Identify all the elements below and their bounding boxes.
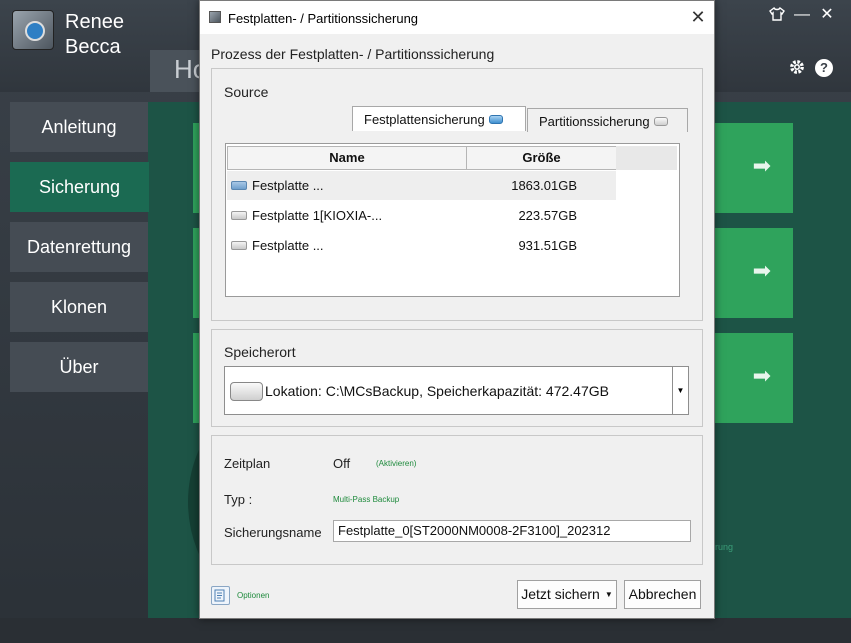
brand-line-2: Becca bbox=[65, 36, 121, 58]
disk-table: Name Größe Festplatte ... 1863.01GB Fest… bbox=[225, 143, 680, 297]
destination-label: Speicherort bbox=[224, 344, 296, 360]
tab-partition-backup[interactable]: Partitionssicherung bbox=[527, 108, 688, 132]
dropdown-arrow-icon[interactable]: ▼ bbox=[672, 367, 688, 414]
nav-datenrettung[interactable]: Datenrettung bbox=[10, 222, 148, 272]
minimize-icon[interactable]: — bbox=[792, 6, 812, 24]
tab-disk-backup[interactable]: Festplattensicherung bbox=[352, 106, 526, 131]
table-row[interactable]: Festplatte ... 931.51GB bbox=[227, 231, 616, 260]
column-header-size[interactable]: Größe bbox=[466, 146, 617, 170]
header-filler bbox=[616, 146, 677, 170]
source-group: Source Festplattensicherung Partitionssi… bbox=[211, 68, 703, 321]
table-row[interactable]: Festplatte 1[KIOXIA-... 223.57GB bbox=[227, 201, 616, 230]
disk-blue-icon bbox=[488, 115, 503, 124]
disk-size: 223.57GB bbox=[518, 208, 577, 223]
hard-drive-icon bbox=[230, 382, 263, 401]
arrow-right-icon: ➡ bbox=[752, 258, 771, 283]
disk-size: 931.51GB bbox=[518, 238, 577, 253]
disk-gray-icon bbox=[653, 117, 668, 126]
backup-type-link[interactable]: Multi-Pass Backup bbox=[333, 495, 399, 504]
disk-blue-icon bbox=[231, 181, 247, 190]
tab-label: Festplattensicherung bbox=[364, 112, 485, 127]
destination-group: Speicherort Lokation: C:\MCsBackup, Spei… bbox=[211, 329, 703, 427]
dialog-titlebar: Festplatten- / Partitionssicherung ✕ bbox=[200, 1, 714, 34]
cancel-button[interactable]: Abbrechen bbox=[624, 580, 701, 609]
arrow-right-icon: ➡ bbox=[752, 153, 771, 178]
schedule-value: Off bbox=[333, 456, 351, 471]
disk-size: 1863.01GB bbox=[511, 178, 577, 193]
options-icon[interactable] bbox=[211, 586, 230, 605]
disk-name: Festplatte ... bbox=[252, 238, 324, 253]
help-icon[interactable]: ? bbox=[815, 59, 833, 77]
dialog-heading: Prozess der Festplatten- / Partitionssic… bbox=[211, 46, 495, 62]
disk-name: Festplatte 1[KIOXIA-... bbox=[252, 208, 383, 223]
arrow-right-icon: ➡ bbox=[752, 363, 771, 388]
app-footer bbox=[0, 618, 851, 643]
backup-dialog: Festplatten- / Partitionssicherung ✕ Pro… bbox=[199, 0, 715, 619]
dialog-title: Festplatten- / Partitionssicherung bbox=[228, 11, 419, 26]
background-text: rung bbox=[715, 542, 734, 552]
backup-now-button[interactable]: Jetzt sichern ▼ bbox=[517, 580, 617, 609]
schedule-label: Zeitplan bbox=[224, 456, 271, 471]
properties-group: Zeitplan Off (Aktivieren) Typ : Multi-Pa… bbox=[211, 435, 703, 565]
column-header-name[interactable]: Name bbox=[227, 146, 467, 170]
nav-sicherung[interactable]: Sicherung bbox=[10, 162, 149, 212]
close-icon[interactable]: ✕ bbox=[687, 7, 709, 27]
table-row[interactable]: Festplatte ... 1863.01GB bbox=[227, 171, 616, 200]
backup-name-input[interactable]: Festplatte_0[ST2000NM0008-2F3100]_202312 bbox=[333, 520, 691, 542]
gear-icon[interactable] bbox=[787, 58, 807, 81]
tab-label: Partitionssicherung bbox=[539, 114, 650, 129]
disk-gray-icon bbox=[231, 241, 247, 250]
shirt-icon[interactable] bbox=[767, 6, 787, 26]
app-logo bbox=[12, 10, 54, 50]
options-link[interactable]: Optionen bbox=[237, 591, 269, 600]
app-small-icon bbox=[209, 11, 221, 23]
backup-name-label: Sicherungsname bbox=[224, 525, 322, 540]
destination-value: Lokation: C:\MCsBackup, Speicherkapazitä… bbox=[265, 383, 609, 399]
app-close-icon[interactable]: ✕ bbox=[817, 6, 837, 24]
dropdown-caret-icon[interactable]: ▼ bbox=[605, 590, 613, 599]
source-label: Source bbox=[224, 84, 269, 100]
brand-name: Renee Becca bbox=[65, 10, 124, 60]
brand-line-1: Renee bbox=[65, 11, 124, 33]
destination-select[interactable]: Lokation: C:\MCsBackup, Speicherkapazitä… bbox=[224, 366, 689, 415]
nav-klonen[interactable]: Klonen bbox=[10, 282, 148, 332]
activate-schedule-link[interactable]: (Aktivieren) bbox=[376, 459, 416, 468]
nav-ueber[interactable]: Über bbox=[10, 342, 148, 392]
disk-gray-icon bbox=[231, 211, 247, 220]
backup-now-label: Jetzt sichern bbox=[521, 586, 600, 602]
disk-name: Festplatte ... bbox=[252, 178, 324, 193]
type-label: Typ : bbox=[224, 492, 253, 507]
nav-anleitung[interactable]: Anleitung bbox=[10, 102, 148, 152]
